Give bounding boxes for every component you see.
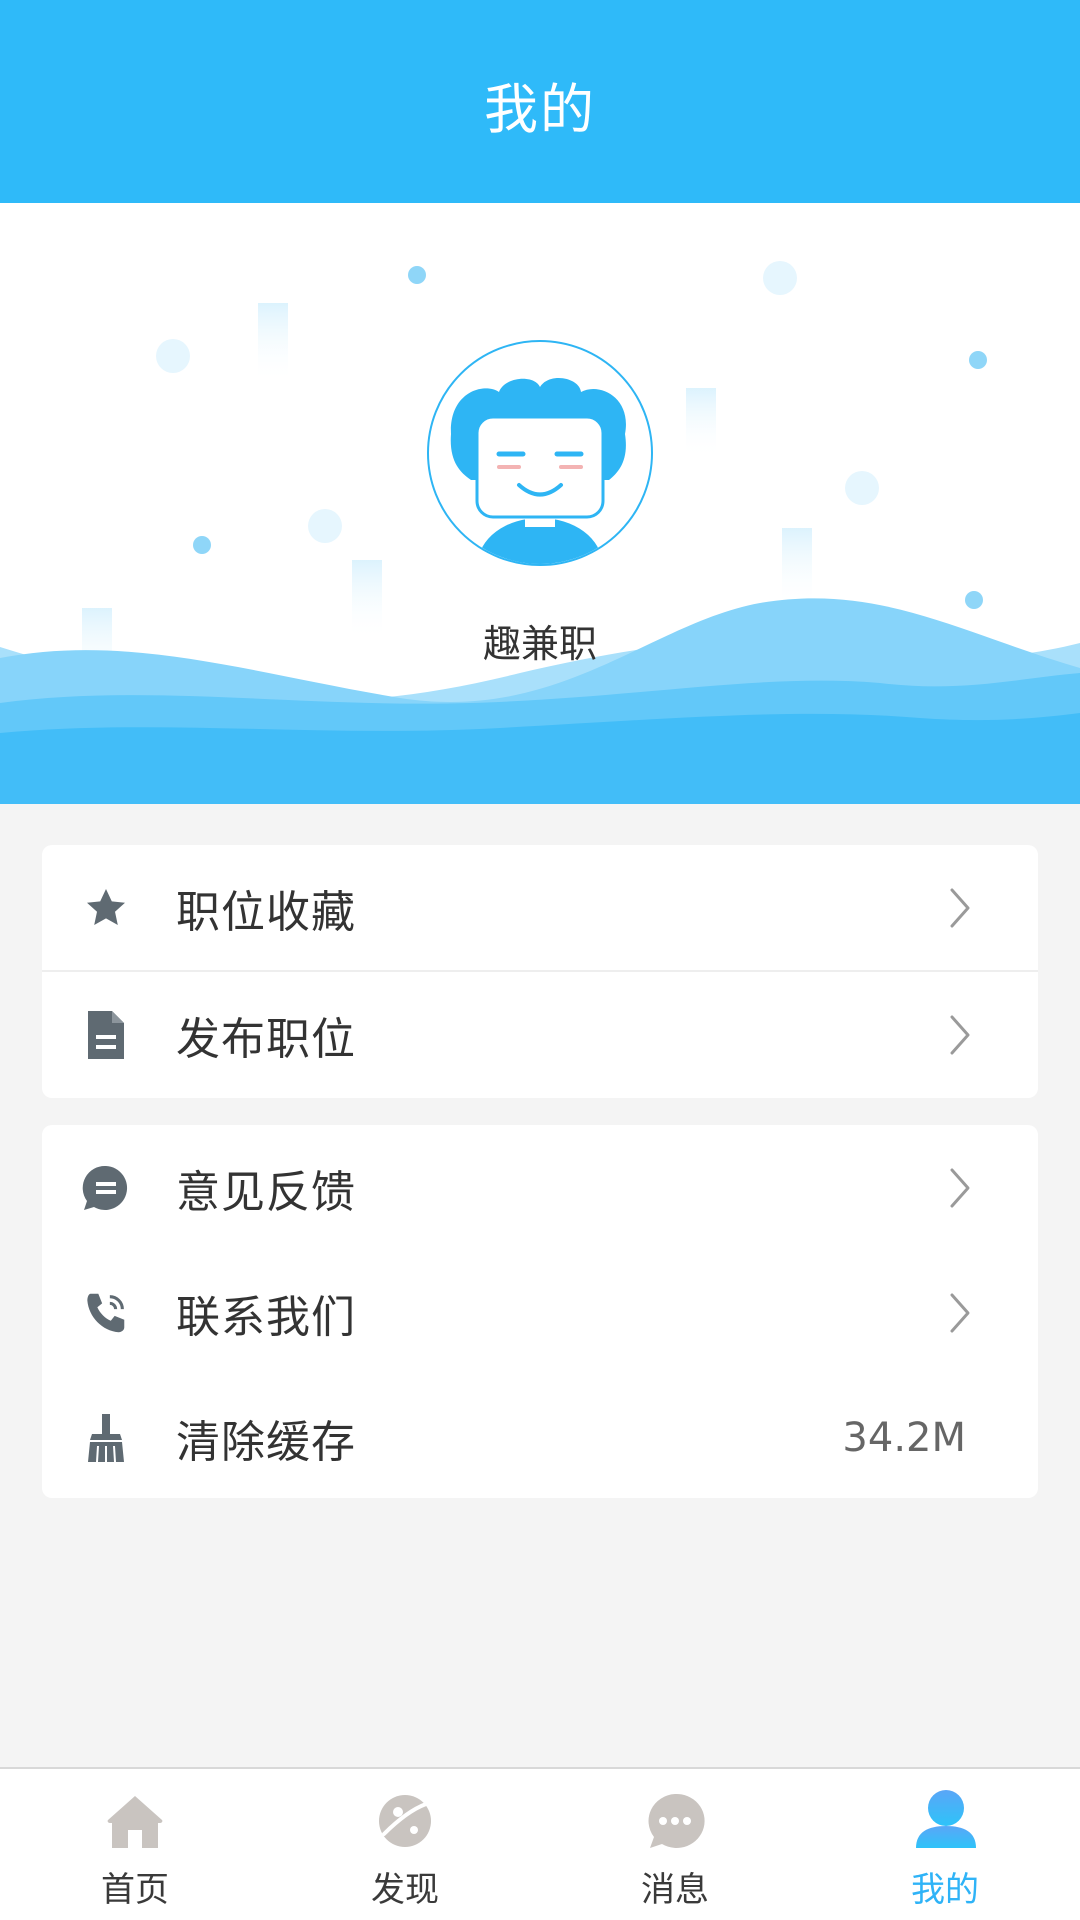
- chevron-right-icon: [950, 888, 970, 927]
- document-icon: [78, 1007, 134, 1063]
- robot-avatar-icon: [450, 377, 626, 564]
- menu-card-secondary: 意见反馈 联系我们 清除缓存 34.2M: [42, 1125, 1038, 1498]
- bottom-tab-bar: 首页 发现 消息 我的: [0, 1767, 1080, 1920]
- tab-label: 首页: [101, 1870, 169, 1910]
- tab-label: 我的: [911, 1870, 979, 1910]
- profile-banner: 趣兼职: [0, 203, 1080, 804]
- page-title: 我的: [484, 78, 596, 141]
- menu-item-feedback[interactable]: 意见反馈: [42, 1125, 1038, 1250]
- cache-size-value: 34.2M: [842, 1414, 966, 1461]
- tab-me[interactable]: 我的: [810, 1769, 1080, 1920]
- menu-item-label: 发布职位: [176, 1013, 356, 1065]
- chevron-right-icon: [950, 1168, 970, 1207]
- menu-item-contact-us[interactable]: 联系我们: [42, 1250, 1038, 1375]
- broom-icon: [78, 1410, 134, 1466]
- tab-home[interactable]: 首页: [0, 1769, 270, 1920]
- user-icon: [916, 1790, 976, 1848]
- menu-item-label: 清除缓存: [176, 1416, 356, 1468]
- menu-card-primary: 职位收藏 发布职位: [42, 845, 1038, 1098]
- menu-item-clear-cache[interactable]: 清除缓存 34.2M: [42, 1375, 1038, 1498]
- planet-icon: [379, 1795, 431, 1847]
- username: 趣兼职: [482, 622, 597, 666]
- tab-label: 发现: [371, 1870, 439, 1910]
- avatar[interactable]: [427, 340, 653, 566]
- menu-item-favorites[interactable]: 职位收藏: [42, 845, 1038, 972]
- menu-item-post-job[interactable]: 发布职位: [42, 972, 1038, 1097]
- tab-messages[interactable]: 消息: [540, 1769, 810, 1920]
- chevron-right-icon: [950, 1293, 970, 1332]
- menu-item-label: 意见反馈: [176, 1166, 356, 1218]
- message-icon: [648, 1793, 705, 1848]
- tab-discover[interactable]: 发现: [270, 1769, 540, 1920]
- menu-item-label: 职位收藏: [176, 886, 356, 938]
- chat-bubble-icon: [78, 1160, 134, 1216]
- tab-label: 消息: [641, 1870, 709, 1910]
- star-icon: [78, 880, 134, 936]
- home-icon: [107, 1796, 163, 1848]
- header-bar: 我的: [0, 0, 1080, 203]
- phone-icon: [78, 1285, 134, 1341]
- chevron-right-icon: [950, 1015, 970, 1054]
- menu-item-label: 联系我们: [176, 1291, 356, 1343]
